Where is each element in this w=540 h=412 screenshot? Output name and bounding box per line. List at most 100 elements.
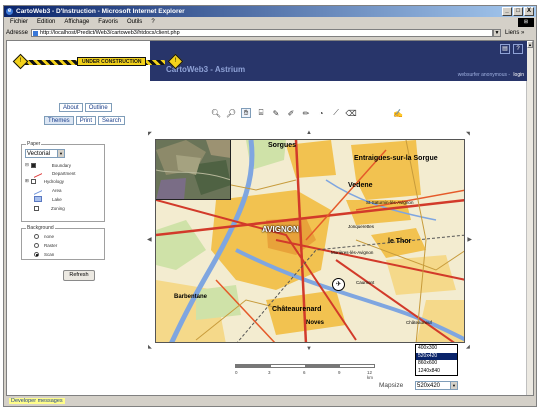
pan-northwest-icon[interactable]: ◤ (148, 132, 153, 137)
address-bar: Adresse http://localhost/Predict/Web3/ca… (4, 28, 536, 38)
vertical-scrollbar[interactable]: ▲ (526, 41, 533, 395)
layers-panel: Paper Vectorial ▼ ⊟ Boundary Department … (21, 141, 105, 222)
layer-checkbox[interactable] (34, 206, 39, 211)
background-option[interactable]: none (34, 234, 54, 239)
scale-tick: 9 (338, 370, 341, 375)
layers-panel-legend: Paper (26, 141, 42, 147)
map-label-noves: Noves (306, 320, 325, 326)
background-radio[interactable] (34, 234, 39, 239)
layer-item[interactable]: Lake (34, 196, 62, 202)
menu-tools[interactable]: Outils (127, 18, 142, 27)
background-option[interactable]: Scan (34, 252, 54, 257)
mapsize-select[interactable]: 520x420 ▼ (415, 381, 458, 390)
scale-tick: 12 km (367, 370, 373, 380)
layer-checkbox[interactable] (30, 178, 36, 184)
menu-view[interactable]: Affichage (64, 18, 89, 27)
expand-icon[interactable]: ⊟ (25, 162, 29, 168)
map-label-vedene: Vedene (348, 182, 373, 189)
pan-east-icon[interactable]: ▶ (467, 236, 472, 243)
help-icon[interactable]: ? (513, 44, 523, 54)
nav-row-2: Themes Print Search (44, 116, 126, 125)
mapsize-option[interactable]: 1240x840 (416, 368, 457, 376)
links-button[interactable]: Liens » (505, 30, 524, 36)
minimize-button[interactable]: _ (502, 7, 512, 16)
address-url: http://localhost/Predict/Web3/cartoweb3/… (40, 30, 180, 36)
tab-print[interactable]: Print (75, 116, 97, 125)
window-title: CartoWeb3 - D'Instruction - Microsoft In… (16, 8, 185, 15)
map-label-barbentane: Barbentane (174, 294, 208, 300)
page-content: ▲ CartoWeb3 - Astrium ▤ ? websurfer anon… (6, 40, 534, 396)
browser-window: e CartoWeb3 - D'Instruction - Microsoft … (3, 5, 537, 407)
mapsize-option[interactable]: 520x420 (416, 352, 457, 360)
layer-item[interactable]: ⊞ Hydrology (25, 178, 64, 184)
address-input[interactable]: http://localhost/Predict/Web3/cartoweb3/… (31, 29, 494, 37)
scale-tick: 0 (235, 370, 238, 375)
zoom-out-icon[interactable]: 🔎︎ (226, 108, 236, 118)
pdf-icon[interactable]: ▤ (500, 44, 510, 54)
mapsize-options-list[interactable]: 400x300 520x420 860x600 1240x840 (415, 344, 458, 376)
menu-file[interactable]: Fichier (10, 18, 28, 27)
nav-row-1: About Outline (59, 103, 112, 112)
layer-item[interactable]: Zoning (34, 206, 65, 211)
user-text: websurfer anonymous - (457, 72, 511, 78)
tab-outline[interactable]: Outline (84, 103, 112, 112)
address-dropdown-button[interactable]: ▼ (493, 29, 502, 37)
layer-item[interactable]: Area (34, 185, 62, 195)
refresh-button[interactable]: Refresh (63, 270, 95, 281)
menu-favorites[interactable]: Favoris (98, 18, 118, 27)
developer-messages-link[interactable]: Developer messages (9, 398, 65, 404)
pencil-polygon-icon[interactable]: ✏ (301, 108, 311, 118)
map-label-jonquerettes: Jonquerettes (348, 224, 375, 229)
layer-item[interactable]: Department (34, 168, 76, 178)
scale-bar: 0 3 6 9 12 km (235, 364, 375, 380)
pan-northeast-icon[interactable]: ◥ (466, 132, 471, 137)
background-option[interactable]: Raster (34, 243, 57, 248)
pan-west-icon[interactable]: ◀ (147, 236, 152, 243)
pan-north-icon[interactable]: ▲ (306, 130, 312, 136)
expand-icon[interactable]: ⊞ (25, 178, 29, 184)
mapsize-option[interactable]: 860x600 (416, 360, 457, 368)
background-panel: Background none Raster Scan (21, 225, 105, 260)
layer-checkbox[interactable] (30, 162, 36, 168)
pencil-point-icon[interactable]: ✎ (271, 108, 281, 118)
tab-themes[interactable]: Themes (44, 116, 74, 125)
pencil-line-icon[interactable]: ✐ (286, 108, 296, 118)
pan-south-icon[interactable]: ▼ (306, 346, 312, 352)
pan-icon[interactable]: ✋︎ (241, 108, 251, 118)
scale-tick: 6 (303, 370, 306, 375)
background-panel-legend: Background (26, 225, 55, 231)
menu-edit[interactable]: Edition (37, 18, 55, 27)
background-radio[interactable] (34, 243, 39, 248)
measure-area-icon[interactable]: ◔ (316, 108, 326, 118)
map-view[interactable]: Sorgues Entraigues-sur-la Sorgue Vedene … (155, 139, 465, 343)
mapsize-label: Mapsize (379, 382, 404, 389)
close-button[interactable]: X (524, 7, 534, 16)
edit-icon[interactable]: ✍ (393, 108, 403, 118)
line-symbol-icon (34, 168, 42, 178)
layer-type-value: Vectorial (27, 151, 51, 157)
mapsize-option[interactable]: 400x300 (416, 345, 457, 353)
menu-help[interactable]: ? (151, 18, 154, 27)
query-icon[interactable]: ⌸ (256, 108, 266, 118)
zoom-in-icon[interactable]: 🔍︎ (211, 108, 221, 118)
user-info: websurfer anonymous - login (458, 72, 524, 78)
layer-type-select[interactable]: Vectorial ▼ (25, 149, 65, 158)
maximize-button[interactable]: □ (513, 7, 523, 16)
clear-icon[interactable]: ⌫ (345, 108, 356, 118)
construction-sign-icon: ! (12, 53, 29, 70)
background-radio[interactable] (34, 252, 39, 257)
layer-item[interactable]: ⊟ Boundary (25, 162, 71, 168)
login-link[interactable]: login (513, 72, 524, 78)
scroll-up-icon[interactable]: ▲ (527, 41, 533, 48)
windows-logo-icon: ⊞ (518, 18, 534, 27)
compass-icon: ✈︎ (332, 278, 345, 291)
measure-distance-icon[interactable]: ⟋ (331, 108, 341, 118)
map-label-lethor: le Thor (388, 238, 412, 245)
title-bar: e CartoWeb3 - D'Instruction - Microsoft … (4, 6, 536, 17)
tab-search[interactable]: Search (98, 116, 126, 125)
pan-southwest-icon[interactable]: ◣ (148, 345, 153, 350)
pan-southeast-icon[interactable]: ◢ (466, 345, 471, 350)
background-option-label: Scan (44, 252, 55, 257)
tab-about[interactable]: About (59, 103, 83, 112)
map-label-saturnin: St-Saturnin-lès-Avignon (366, 200, 414, 205)
